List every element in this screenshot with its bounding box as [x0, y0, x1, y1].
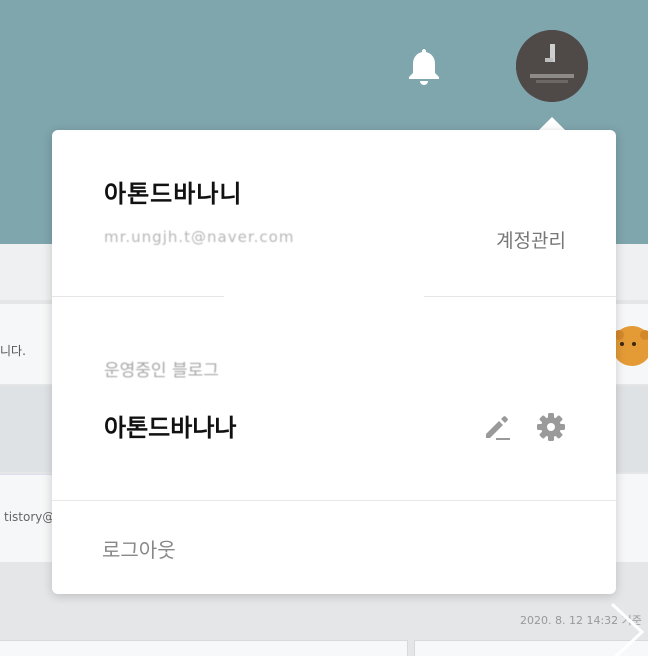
logout-button[interactable]: 로그아웃 — [102, 534, 176, 563]
menu-caret — [538, 117, 566, 131]
gear-icon[interactable] — [536, 412, 566, 442]
background-panel — [614, 474, 648, 560]
divider — [52, 296, 616, 297]
divider — [52, 500, 616, 501]
pencil-icon[interactable] — [482, 412, 512, 442]
background-text: 니다. — [0, 344, 26, 358]
bell-icon[interactable] — [406, 46, 442, 86]
background-card — [0, 640, 408, 656]
account-menu: 아톤드바나니 mr.ungjh.t@naver.com 계정관리 운영중인 블로… — [52, 130, 616, 594]
background-text: tistory@ — [4, 510, 55, 524]
chevron-right-icon[interactable] — [606, 600, 648, 656]
section-label: 운영중인 블로그 — [104, 361, 219, 381]
character-avatar-icon — [612, 326, 648, 366]
user-nickname: 아톤드바나니 — [104, 180, 243, 208]
blog-name[interactable]: 아톤드바나나 — [104, 408, 236, 443]
user-email: mr.ungjh.t@naver.com — [104, 228, 295, 246]
account-settings-link[interactable]: 계정관리 — [496, 226, 566, 253]
user-avatar[interactable] — [516, 30, 588, 102]
